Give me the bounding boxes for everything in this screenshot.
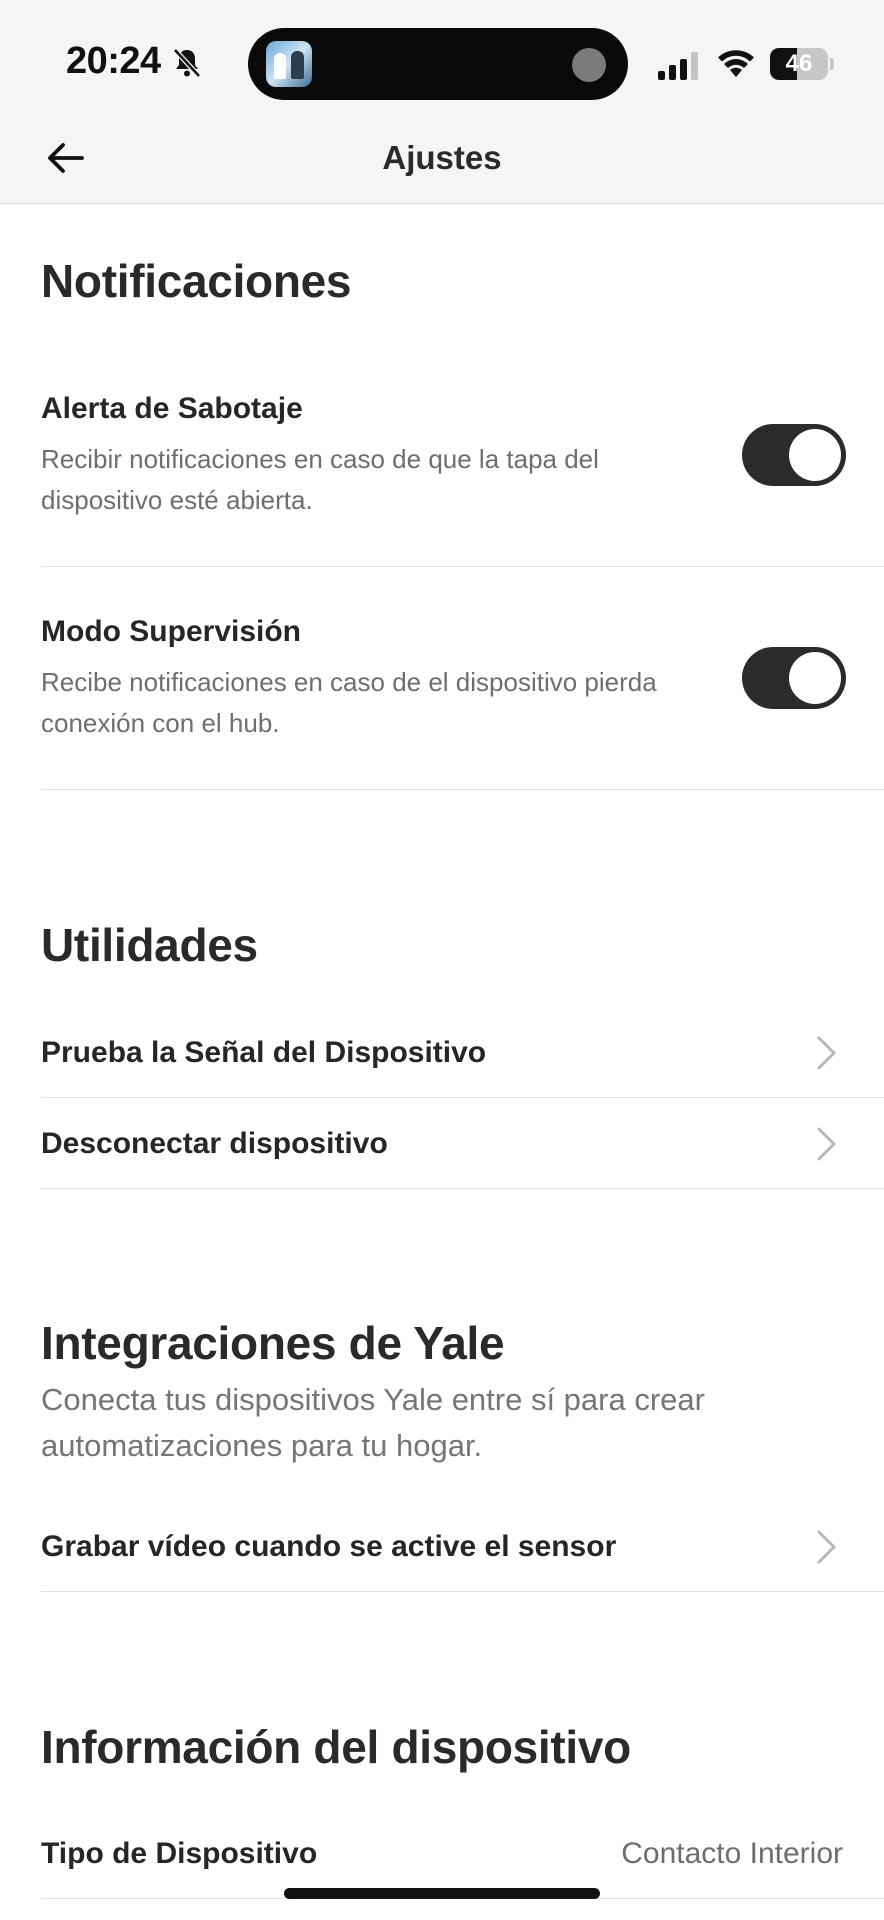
home-indicator[interactable] — [284, 1888, 600, 1899]
supervision-mode-toggle[interactable] — [742, 647, 846, 709]
status-bar: 20:24 46 — [0, 0, 884, 112]
integrations-description: Conecta tus dispositivos Yale entre sí p… — [41, 1382, 705, 1463]
chevron-right-icon — [817, 1127, 836, 1161]
back-button[interactable] — [36, 132, 96, 184]
toggle-knob — [789, 652, 841, 704]
setting-row-supervision-mode: Modo Supervisión Recibe notificaciones e… — [41, 593, 884, 790]
device-type-row: Tipo de Dispositivo Contacto Interior — [41, 1809, 884, 1899]
signal-icon — [658, 52, 698, 80]
signal-test-label: Prueba la Señal del Dispositivo — [41, 1036, 487, 1069]
tamper-alert-toggle[interactable] — [742, 424, 846, 486]
section-title-utilities: Utilidades — [41, 919, 258, 971]
setting-title: Modo Supervisión — [41, 615, 302, 648]
dynamic-island — [248, 28, 628, 100]
record-video-row[interactable]: Grabar vídeo cuando se active el sensor — [41, 1502, 884, 1592]
setting-description: Recibe notificaciones en caso de el disp… — [41, 667, 657, 738]
page-title: Ajustes — [382, 139, 502, 176]
setting-title: Alerta de Sabotaje — [41, 392, 303, 425]
toggle-knob — [789, 429, 841, 481]
signal-test-row[interactable]: Prueba la Señal del Dispositivo — [41, 1008, 884, 1098]
bell-slash-icon — [173, 48, 201, 78]
device-type-label: Tipo de Dispositivo — [41, 1837, 318, 1870]
wifi-icon — [718, 50, 754, 77]
record-video-label: Grabar vídeo cuando se active el sensor — [41, 1530, 617, 1563]
battery-percent: 46 — [785, 50, 813, 77]
arrow-left-icon — [48, 143, 84, 173]
disconnect-device-row[interactable]: Desconectar dispositivo — [41, 1099, 884, 1189]
battery-icon: 46 — [770, 48, 834, 80]
status-time: 20:24 — [66, 40, 161, 82]
live-activity-app-icon — [266, 41, 312, 87]
navigation-header: Ajustes — [0, 112, 884, 204]
camera-icon — [572, 48, 606, 82]
setting-row-tamper-alert: Alerta de Sabotaje Recibir notificacione… — [41, 370, 884, 567]
device-type-value: Contacto Interior — [621, 1837, 843, 1870]
disconnect-device-label: Desconectar dispositivo — [41, 1127, 388, 1160]
section-title-integrations: Integraciones de Yale — [41, 1317, 505, 1369]
section-title-device-info: Información del dispositivo — [41, 1721, 631, 1773]
chevron-right-icon — [817, 1530, 836, 1564]
setting-description: Recibir notificaciones en caso de que la… — [41, 444, 599, 515]
chevron-right-icon — [817, 1036, 836, 1070]
section-title-notifications: Notificaciones — [41, 255, 352, 307]
settings-screen: 20:24 46 Ajustes Notificaciones Alerta d… — [0, 0, 884, 1920]
